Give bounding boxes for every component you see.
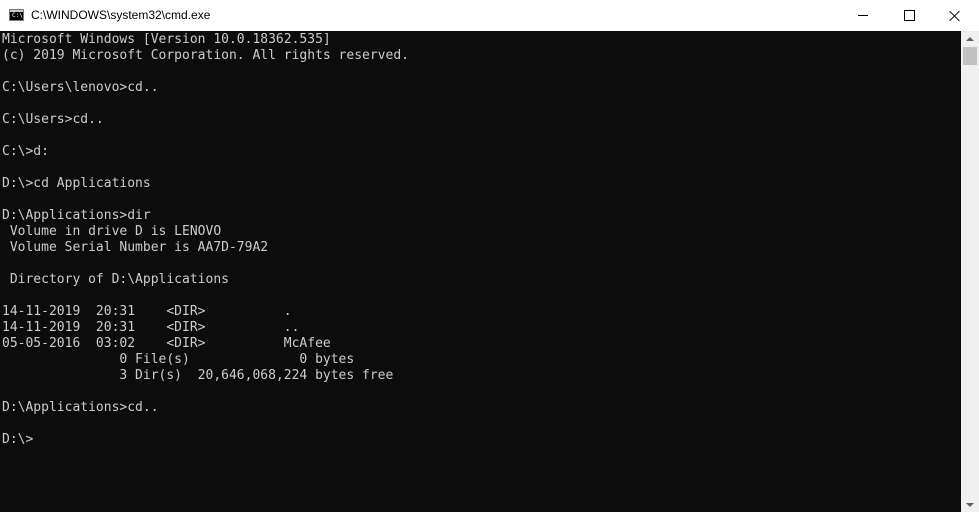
vertical-scrollbar[interactable] [961,31,979,512]
console-line: C:\Users\lenovo>cd.. [2,80,159,95]
console-line: Directory of D:\Applications [2,272,229,287]
close-icon [949,10,961,22]
scroll-down-button[interactable] [961,497,979,512]
console-line: 05-05-2016 03:02 <DIR> McAfee [2,336,331,351]
scroll-thumb[interactable] [963,47,977,65]
scroll-up-arrow-icon [966,36,974,41]
console-line: D:\> [2,432,34,447]
console-line: 3 Dir(s) 20,646,068,224 bytes free [2,368,394,383]
console-output[interactable]: Microsoft Windows [Version 10.0.18362.53… [0,31,961,512]
console-line: 0 File(s) 0 bytes [2,352,355,367]
minimize-button[interactable] [840,0,886,31]
cmd-icon-label: C:\ [12,12,23,19]
window-title: C:\WINDOWS\system32\cmd.exe [31,8,211,22]
cmd-prompt-icon: C:\ [9,9,24,21]
minimize-icon [858,15,868,16]
scroll-up-button[interactable] [961,31,979,46]
console-line: Microsoft Windows [Version 10.0.18362.53… [2,32,331,47]
console-line: 14-11-2019 20:31 <DIR> .. [2,320,300,335]
console-line: D:\Applications>dir [2,208,151,223]
console-line: Volume in drive D is LENOVO [2,224,222,239]
maximize-icon [903,10,915,21]
console-line: (c) 2019 Microsoft Corporation. All righ… [2,48,409,63]
maximize-button[interactable] [886,0,932,31]
title-bar[interactable]: C:\ C:\WINDOWS\system32\cmd.exe [0,0,979,31]
console-line: D:\Applications>cd.. [2,400,159,415]
close-button[interactable] [932,0,978,31]
console-line: D:\>cd Applications [2,176,151,191]
console-line: 14-11-2019 20:31 <DIR> . [2,304,292,319]
console-line: C:\Users>cd.. [2,112,104,127]
console-line: C:\>d: [2,144,49,159]
console-line: Volume Serial Number is AA7D-79A2 [2,240,269,255]
cmd-window: C:\ C:\WINDOWS\system32\cmd.exe Microsof… [0,0,979,512]
scroll-down-arrow-icon [966,502,974,507]
